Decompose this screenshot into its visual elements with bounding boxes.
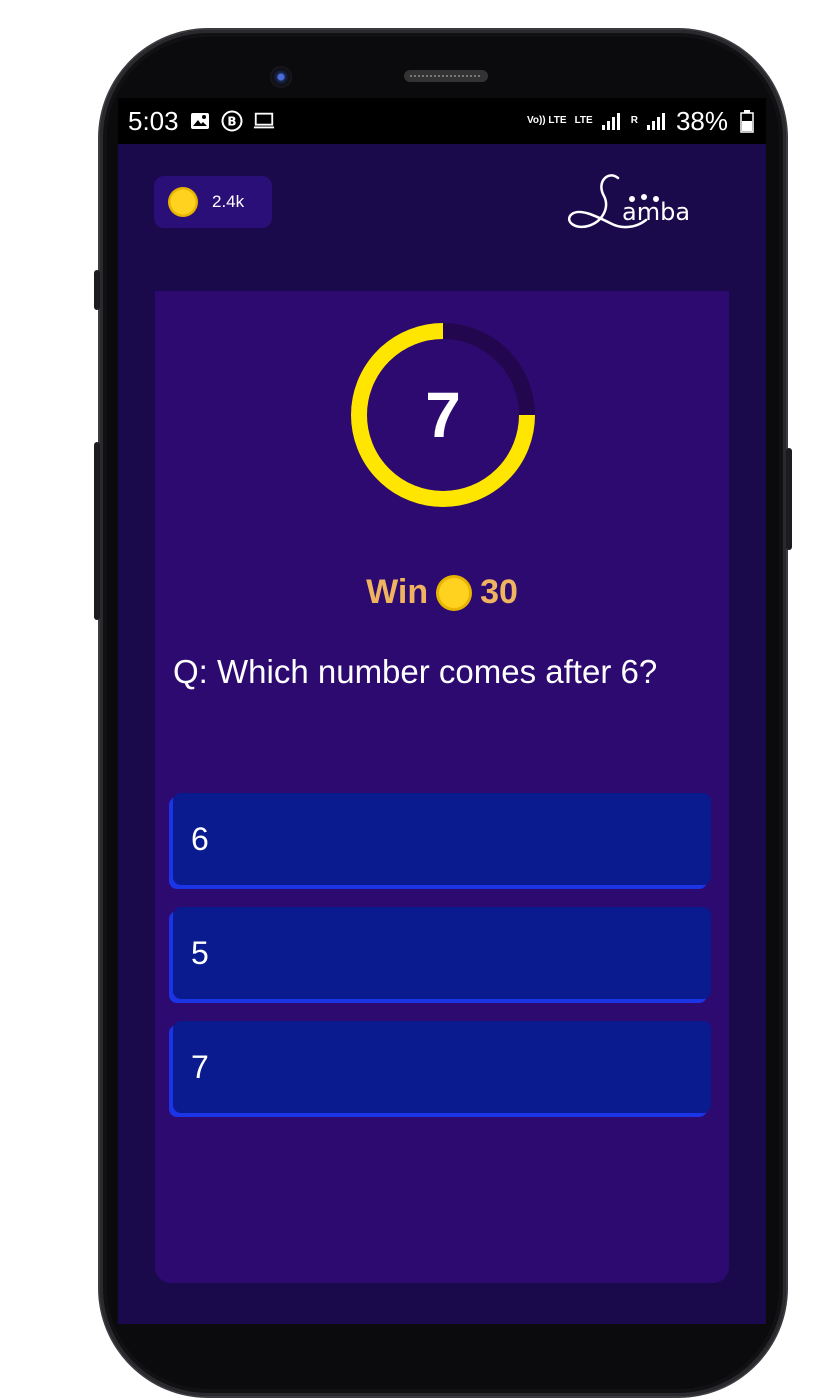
answer-option-label: 5 [191, 934, 209, 971]
roaming-label: R [630, 115, 638, 126]
lte-label: LTE [574, 115, 593, 126]
answer-option-2[interactable]: 5 [173, 907, 711, 999]
question-text: Q: Which number comes after 6? [173, 653, 658, 690]
phone-side-button [94, 270, 100, 310]
battery-percent: 38% [675, 105, 728, 136]
battery-icon [736, 110, 758, 133]
coin-icon [436, 574, 473, 611]
signal-icon [646, 110, 668, 132]
reward-amount: 30 [480, 573, 518, 611]
status-bar: 5:03 B Vo)) LTE LTE R 38% [118, 98, 766, 144]
volte-label: Vo)) LTE [526, 115, 567, 126]
svg-text:B: B [227, 115, 236, 129]
phone-side-button [94, 442, 100, 620]
reward-label: Win [366, 573, 429, 611]
svg-text:amba: amba [622, 198, 690, 226]
answer-option-1[interactable]: 6 [173, 793, 711, 885]
timer-seconds: 7 [425, 379, 461, 451]
front-camera [270, 66, 292, 88]
earpiece [404, 70, 488, 82]
answer-option-3[interactable]: 7 [173, 1021, 711, 1113]
b-circle-icon: B [221, 110, 243, 132]
coin-balance-value: 2.4k [212, 192, 245, 211]
countdown-timer: 7 [347, 315, 539, 515]
reward-line: Win 30 [155, 573, 729, 612]
image-icon [189, 110, 211, 132]
answer-option-label: 7 [191, 1048, 209, 1085]
quiz-card: 7 Win 30 Q: Which number comes after 6? … [155, 291, 729, 1283]
status-time: 5:03 [128, 105, 179, 136]
laptop-icon [253, 110, 275, 132]
coin-icon [168, 187, 198, 217]
answer-option-label: 6 [191, 820, 209, 857]
lamba-logo: amba [556, 164, 726, 244]
coin-balance[interactable]: 2.4k [154, 176, 272, 228]
phone-power-button [786, 448, 792, 550]
signal-icon [601, 110, 623, 132]
app-screen: 5:03 B Vo)) LTE LTE R 38% 2.4k amba 7 Wi… [118, 98, 766, 1324]
